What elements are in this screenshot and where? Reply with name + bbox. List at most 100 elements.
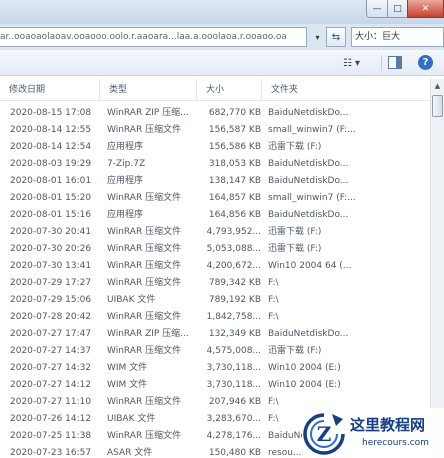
column-headers: 修改日期 类型 大小 文件夹 [0, 79, 430, 101]
file-date: 2020-07-28 20:42 [10, 312, 92, 322]
file-row[interactable]: 2020-07-27 17:47 WinRAR ZIP 压缩... 132,349 … [0, 326, 430, 343]
file-date: 2020-08-01 16:01 [10, 176, 92, 186]
file-type: WinRAR ZIP 压缩... [107, 108, 189, 118]
file-type: UIBAK 文件 [107, 295, 156, 305]
file-type: 应用程序 [107, 142, 144, 152]
scrollbar-thumb[interactable] [432, 95, 443, 117]
watermark-url: herecours.com [362, 438, 429, 448]
file-type: WinRAR 压缩文件 [107, 244, 182, 254]
file-folder: F:\ [268, 312, 279, 322]
file-row[interactable]: 2020-07-29 17:27 WinRAR 压缩文件 789,342 KB F:\ [0, 275, 430, 292]
file-folder: 迅雷下载 (F:) [268, 142, 322, 152]
column-header-size[interactable]: 大小 [197, 79, 262, 101]
file-row[interactable]: 2020-07-27 14:37 WinRAR 压缩文件 4,575,008... 迅… [0, 343, 430, 360]
file-size: 3,730,118... [206, 363, 261, 373]
file-type: UIBAK 文件 [107, 414, 156, 424]
file-size: 789,192 KB [208, 295, 261, 305]
file-date: 2020-07-27 14:32 [10, 363, 92, 373]
file-folder: BaiduNetdiskDo... [268, 159, 349, 169]
file-row[interactable]: 2020-07-30 20:26 WinRAR 压缩文件 5,053,088... 迅… [0, 241, 430, 258]
file-folder: small_winwin7 (F:... [268, 193, 356, 203]
vertical-scrollbar[interactable]: ▲ [430, 79, 444, 458]
file-folder: Win10 2004 64 (... [268, 261, 352, 271]
column-header-folder[interactable]: 文件夹 [262, 79, 430, 101]
file-type: WinRAR ZIP 压缩... [107, 329, 189, 339]
file-folder: 迅雷下载 (F:) [268, 227, 322, 237]
title-bar: — □ ✕ [0, 0, 444, 24]
file-size: 3,730,118... [206, 380, 261, 390]
column-header-date[interactable]: 修改日期 [0, 79, 100, 101]
refresh-icon[interactable]: ⇆ [326, 27, 346, 47]
file-date: 2020-07-30 20:41 [10, 227, 92, 237]
file-row[interactable]: 2020-08-01 16:01 应用程序 138,147 KB BaiduNetdi… [0, 173, 430, 190]
maximize-button[interactable]: □ [387, 0, 408, 18]
toolbar: ☷ ▾ ? [0, 50, 444, 76]
file-size: 5,053,088... [206, 244, 261, 254]
file-list: 2020-08-15 17:08 WinRAR ZIP 压缩... 682,770 … [0, 105, 430, 458]
file-type: 应用程序 [107, 210, 144, 220]
file-row[interactable]: 2020-07-27 14:32 WIM 文件 3,730,118... Win10 … [0, 360, 430, 377]
file-date: 2020-07-25 11:38 [10, 431, 92, 441]
scroll-up-arrow-icon[interactable]: ▲ [431, 79, 444, 93]
file-size: 789,342 KB [208, 278, 261, 288]
file-row[interactable]: 2020-08-03 19:29 7-Zip.7Z 318,053 KB BaiduN… [0, 156, 430, 173]
file-folder: BaiduNetdiskDo... [268, 108, 349, 118]
file-folder: small_winwin7 (F:... [268, 125, 356, 135]
file-date: 2020-07-27 17:47 [10, 329, 92, 339]
file-date: 2020-07-30 13:41 [10, 261, 92, 271]
file-size: 150,480 KB [208, 448, 261, 458]
file-size: 156,586 KB [208, 142, 261, 152]
file-date: 2020-08-15 17:08 [10, 108, 92, 118]
file-row[interactable]: 2020-07-30 13:41 WinRAR 压缩文件 4,200,672... W… [0, 258, 430, 275]
file-type: 7-Zip.7Z [107, 159, 146, 169]
file-size: 132,349 KB [208, 329, 261, 339]
file-row[interactable]: 2020-08-14 12:55 WinRAR 压缩文件 156,587 KB sma… [0, 122, 430, 139]
address-field[interactable]: ar..ooaoaolaoav.ooaooo.oolo.r.aaoara...l… [0, 27, 307, 47]
file-folder: BaiduNetdiskDo... [268, 210, 349, 220]
file-size: 4,278,176... [206, 431, 261, 441]
file-date: 2020-08-03 19:29 [10, 159, 92, 169]
file-date: 2020-07-27 14:37 [10, 346, 92, 356]
file-size: 156,587 KB [208, 125, 261, 135]
file-size: 4,793,952... [206, 227, 261, 237]
file-date: 2020-07-29 15:06 [10, 295, 92, 305]
file-row[interactable]: 2020-08-01 15:20 WinRAR 压缩文件 164,857 KB sma… [0, 190, 430, 207]
file-type: WinRAR 压缩文件 [107, 125, 182, 135]
file-row[interactable]: 2020-07-30 20:41 WinRAR 压缩文件 4,793,952... 迅… [0, 224, 430, 241]
file-type: WinRAR 压缩文件 [107, 431, 182, 441]
file-row[interactable]: 2020-08-01 15:16 应用程序 164,856 KB BaiduNetdi… [0, 207, 430, 224]
watermark-title: 这里教程网 [350, 416, 426, 434]
chevron-down-icon[interactable]: ▾ [310, 27, 325, 47]
help-icon[interactable]: ? [418, 55, 433, 70]
file-type: WinRAR 压缩文件 [107, 312, 182, 322]
preview-pane-icon[interactable] [388, 56, 402, 69]
file-size: 4,200,672... [206, 261, 261, 271]
chevron-down-icon: ▾ [354, 57, 360, 69]
view-options-button[interactable]: ☷ ▾ [343, 56, 373, 70]
minimize-button[interactable]: — [366, 0, 388, 18]
file-type: 应用程序 [107, 176, 144, 186]
file-row[interactable]: 2020-07-28 20:42 WinRAR 压缩文件 1,842,758... F… [0, 309, 430, 326]
search-query: 大小：巨大 [355, 32, 401, 42]
search-input[interactable]: 大小：巨大 [351, 27, 444, 47]
file-folder: 迅雷下载 (F:) [268, 346, 322, 356]
file-row[interactable]: 2020-08-14 12:54 应用程序 156,586 KB 迅雷下载 (F:) [0, 139, 430, 156]
column-header-type[interactable]: 类型 [100, 79, 197, 101]
file-size: 164,856 KB [208, 210, 261, 220]
file-row[interactable]: 2020-07-27 14:12 WIM 文件 3,730,118... Win10 … [0, 377, 430, 394]
file-date: 2020-07-23 16:57 [10, 448, 92, 458]
file-type: WinRAR 压缩文件 [107, 261, 182, 271]
file-row[interactable]: 2020-07-29 15:06 UIBAK 文件 789,192 KB F:\ [0, 292, 430, 309]
file-date: 2020-07-27 14:12 [10, 380, 92, 390]
file-size: 4,575,008... [206, 346, 261, 356]
file-type: WIM 文件 [107, 363, 148, 373]
file-folder: 迅雷下载 (F:) [268, 244, 322, 254]
close-button[interactable]: ✕ [407, 0, 444, 18]
file-size: 3,283,670... [206, 414, 261, 424]
toolbar-divider [381, 55, 382, 71]
file-type: WinRAR 压缩文件 [107, 227, 182, 237]
file-size: 318,053 KB [208, 159, 261, 169]
file-folder: BaiduNetdiskDo... [268, 176, 349, 186]
file-type: WinRAR 压缩文件 [107, 346, 182, 356]
file-row[interactable]: 2020-08-15 17:08 WinRAR ZIP 压缩... 682,770 … [0, 105, 430, 122]
